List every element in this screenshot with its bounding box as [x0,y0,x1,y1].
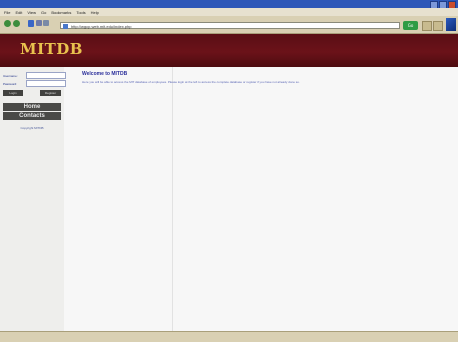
copyright-text: Copyright MITDB [20,126,44,130]
welcome-text: Here you will be able to access the MIT … [82,80,300,84]
password-input[interactable] [26,80,66,87]
stop-icon[interactable] [36,20,42,26]
site-banner: MITDB [0,34,458,67]
page-title: Welcome to MITDB [82,71,128,77]
menu-item-help[interactable]: Help [91,10,99,15]
sidebar-item-contacts[interactable]: Contacts [3,112,61,120]
menu-item-file[interactable]: File [4,10,10,15]
menu-item-edit[interactable]: Edit [15,10,22,15]
username-label: Username: [3,74,18,78]
sidebar-item-home[interactable]: Home [3,103,61,111]
refresh-icon[interactable] [43,20,49,26]
forward-arrow-icon[interactable] [13,20,20,27]
back-arrow-icon[interactable] [4,20,11,27]
menu-item-view[interactable]: View [27,10,36,15]
menu-item-bookmarks[interactable]: Bookmarks [51,10,71,15]
menu-item-tools[interactable]: Tools [76,10,85,15]
browser-menubar: File Edit View Go Bookmarks Tools Help [0,8,458,16]
page-icon [63,24,68,29]
toolbar-icon[interactable] [433,21,443,31]
password-label: Password: [3,82,18,86]
browser-toolbar: http://wgcp.web.mit.edu/index.php Go [0,16,458,34]
login-button[interactable]: Login [3,90,23,96]
username-input[interactable] [26,72,66,79]
toolbar-icon[interactable] [422,21,432,31]
column-divider [172,67,173,331]
browser-statusbar [0,331,458,342]
site-title: MITDB [20,40,83,58]
go-button[interactable]: Go [403,21,418,30]
window-titlebar [0,0,458,9]
address-bar[interactable]: http://wgcp.web.mit.edu/index.php [60,22,400,29]
browser-logo-icon [446,18,456,31]
register-button[interactable]: Register [40,90,61,96]
address-url: http://wgcp.web.mit.edu/index.php [71,24,132,29]
home-icon[interactable] [28,20,34,27]
menu-item-go[interactable]: Go [41,10,46,15]
